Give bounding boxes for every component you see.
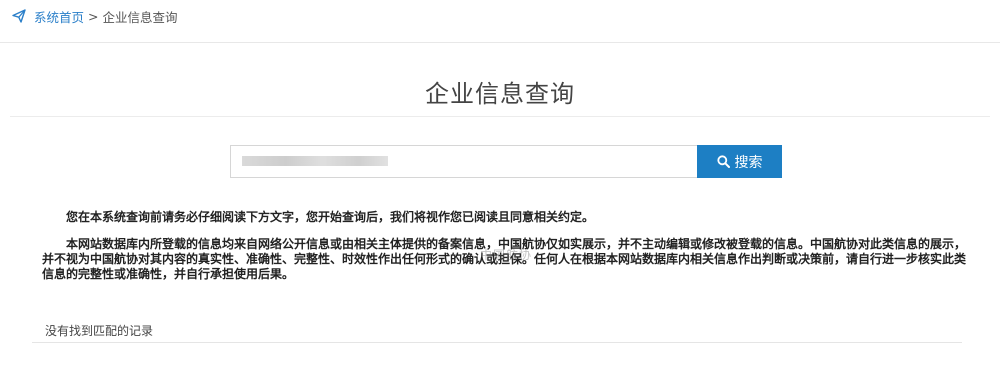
notice-disclaimer: 本网站数据库内所登载的信息均来自网络公开信息或由相关主体提供的备案信息，中国航协… xyxy=(42,237,967,281)
search-icon xyxy=(716,155,730,168)
paper-plane-icon xyxy=(12,9,26,23)
breadcrumb-separator: > xyxy=(88,8,99,24)
search-button[interactable]: 搜索 xyxy=(697,145,782,178)
title-divider xyxy=(10,116,990,117)
breadcrumb: 系统首页 > 企业信息查询 xyxy=(12,6,178,26)
notice-intro: 您在本系统查询前请务必仔细阅读下方文字，您开始查询后，我们将视作您已阅读且同意相… xyxy=(66,210,595,224)
result-divider xyxy=(32,342,962,343)
breadcrumb-home-link[interactable]: 系统首页 xyxy=(34,7,84,26)
search-bar: 搜索 xyxy=(230,145,782,178)
empty-result-message: 没有找到匹配的记录 xyxy=(45,324,154,338)
search-button-label: 搜索 xyxy=(734,154,763,171)
redacted-search-text xyxy=(242,156,388,166)
breadcrumb-current: 企业信息查询 xyxy=(102,9,178,25)
page-title: 企业信息查询 xyxy=(425,80,575,108)
header-divider xyxy=(0,42,1000,43)
